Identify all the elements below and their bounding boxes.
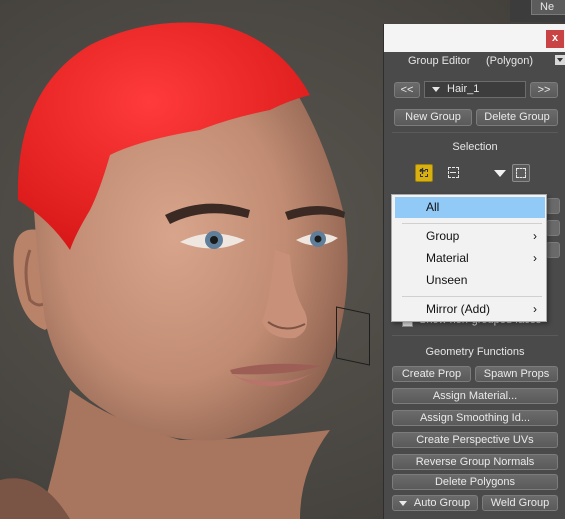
geometry-bounding-box [336,306,370,366]
create-perspective-uvs-button[interactable]: Create Perspective UVs [392,432,558,448]
menu-item-label: Material [426,251,469,265]
chevron-down-icon [399,501,407,506]
panel-titlebar[interactable]: x [384,24,565,52]
next-group-button[interactable]: >> [530,82,558,98]
delete-polygons-button[interactable]: Delete Polygons [392,474,558,490]
menu-item-unseen[interactable]: Unseen [395,270,545,291]
selection-mode-dropdown-icon[interactable] [494,170,506,177]
panel-header: Group Editor (Polygon) [384,52,565,72]
reverse-group-normals-button[interactable]: Reverse Group Normals [392,454,558,470]
auto-group-button[interactable]: Auto Group [392,495,478,511]
auto-group-label: Auto Group [413,497,471,509]
remove-selection-icon[interactable] [445,164,463,182]
panel-mode-label: (Polygon) [486,55,534,67]
weld-group-button[interactable]: Weld Group [482,495,558,511]
menu-item-label: Unseen [426,273,468,287]
chevron-right-icon: › [533,229,537,243]
panel-button-partial[interactable] [546,198,560,214]
add-selection-icon[interactable]: + [415,164,433,182]
assign-smoothing-id-button[interactable]: Assign Smoothing Id... [392,410,558,426]
selection-label: Selection [452,141,498,153]
chevron-right-icon: › [533,302,537,316]
panel-menu-icon[interactable] [555,55,565,65]
assign-material-button[interactable]: Assign Material... [392,388,558,404]
panel-button-partial[interactable] [546,220,560,236]
panel-title: Group Editor [408,55,471,67]
menu-item-mirror-add[interactable]: Mirror (Add) › [395,299,545,320]
menu-separator [402,296,542,297]
new-button[interactable]: Ne [531,0,565,15]
menu-item-label: Group [426,229,460,243]
spawn-props-button[interactable]: Spawn Props [475,366,558,382]
divider [392,132,558,133]
rectangle-select-icon[interactable] [512,164,530,182]
selection-dropdown-menu: All Group › Material › Unseen Mirror (Ad… [391,194,547,322]
geometry-functions-label: Geometry Functions [425,346,525,358]
menu-item-group[interactable]: Group › [395,226,545,247]
group-select-value: Hair_1 [447,83,480,95]
prev-group-button[interactable]: << [394,82,420,98]
panel-button-partial[interactable] [546,242,560,258]
delete-group-button[interactable]: Delete Group [476,109,558,126]
menu-item-label: All [426,200,440,214]
create-prop-button[interactable]: Create Prop [392,366,471,382]
menu-separator [402,223,542,224]
chevron-right-icon: › [533,251,537,265]
group-select[interactable]: Hair_1 [424,81,526,98]
menu-item-label: Mirror (Add) [426,302,491,316]
menu-item-all[interactable]: All [395,197,545,218]
chevron-down-icon [432,87,440,92]
menu-item-material[interactable]: Material › [395,248,545,269]
divider [392,335,558,336]
new-group-button[interactable]: New Group [394,109,472,126]
close-button[interactable]: x [546,30,564,48]
